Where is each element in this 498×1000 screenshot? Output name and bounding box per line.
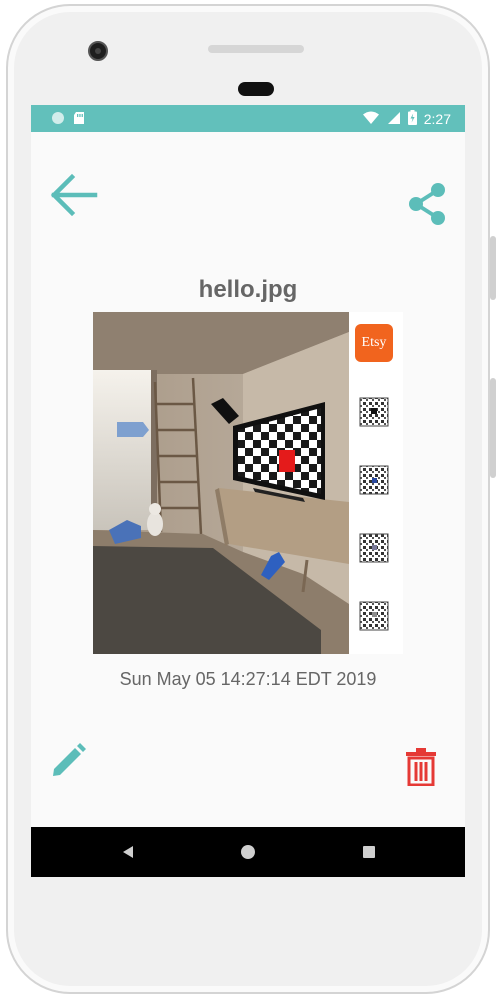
recents-square-icon bbox=[363, 846, 375, 858]
back-triangle-icon bbox=[123, 846, 133, 858]
home-circle-icon bbox=[241, 845, 255, 859]
notification-circle-icon bbox=[51, 111, 65, 130]
trash-icon bbox=[406, 748, 436, 786]
battery-icon bbox=[407, 110, 417, 128]
edit-button[interactable] bbox=[47, 738, 89, 782]
status-bar: 2:27 bbox=[31, 105, 465, 132]
nav-home-button[interactable] bbox=[238, 842, 258, 867]
clock-time: 2:27 bbox=[423, 111, 451, 127]
etsy-badge: Etsy bbox=[361, 335, 387, 350]
device-screen: 2:27 hello.jpg Etsy Sun May 05 14:27:14 … bbox=[31, 105, 465, 877]
signal-icon bbox=[387, 111, 401, 128]
sd-card-icon bbox=[73, 111, 85, 130]
volume-button bbox=[490, 236, 496, 300]
nav-back-button[interactable] bbox=[119, 842, 139, 867]
delete-button[interactable] bbox=[404, 747, 438, 787]
room-photo bbox=[93, 312, 403, 654]
image-preview[interactable]: Etsy bbox=[93, 312, 403, 654]
navigation-bar bbox=[31, 827, 465, 877]
arrow-back-icon bbox=[50, 173, 98, 217]
wifi-icon bbox=[362, 111, 380, 128]
nav-recents-button[interactable] bbox=[359, 842, 379, 867]
proximity-sensor bbox=[238, 82, 274, 96]
share-icon bbox=[409, 183, 445, 225]
earpiece-speaker bbox=[208, 45, 304, 53]
front-camera bbox=[88, 41, 108, 61]
pencil-icon bbox=[53, 743, 86, 776]
share-button[interactable] bbox=[405, 180, 451, 228]
power-button bbox=[490, 378, 496, 478]
back-button[interactable] bbox=[47, 172, 99, 218]
file-name-title: hello.jpg bbox=[198, 276, 298, 303]
main-content: hello.jpg Etsy Sun May 05 14:27:14 EDT 2… bbox=[31, 132, 465, 827]
file-date: Sun May 05 14:27:14 EDT 2019 bbox=[119, 669, 377, 689]
